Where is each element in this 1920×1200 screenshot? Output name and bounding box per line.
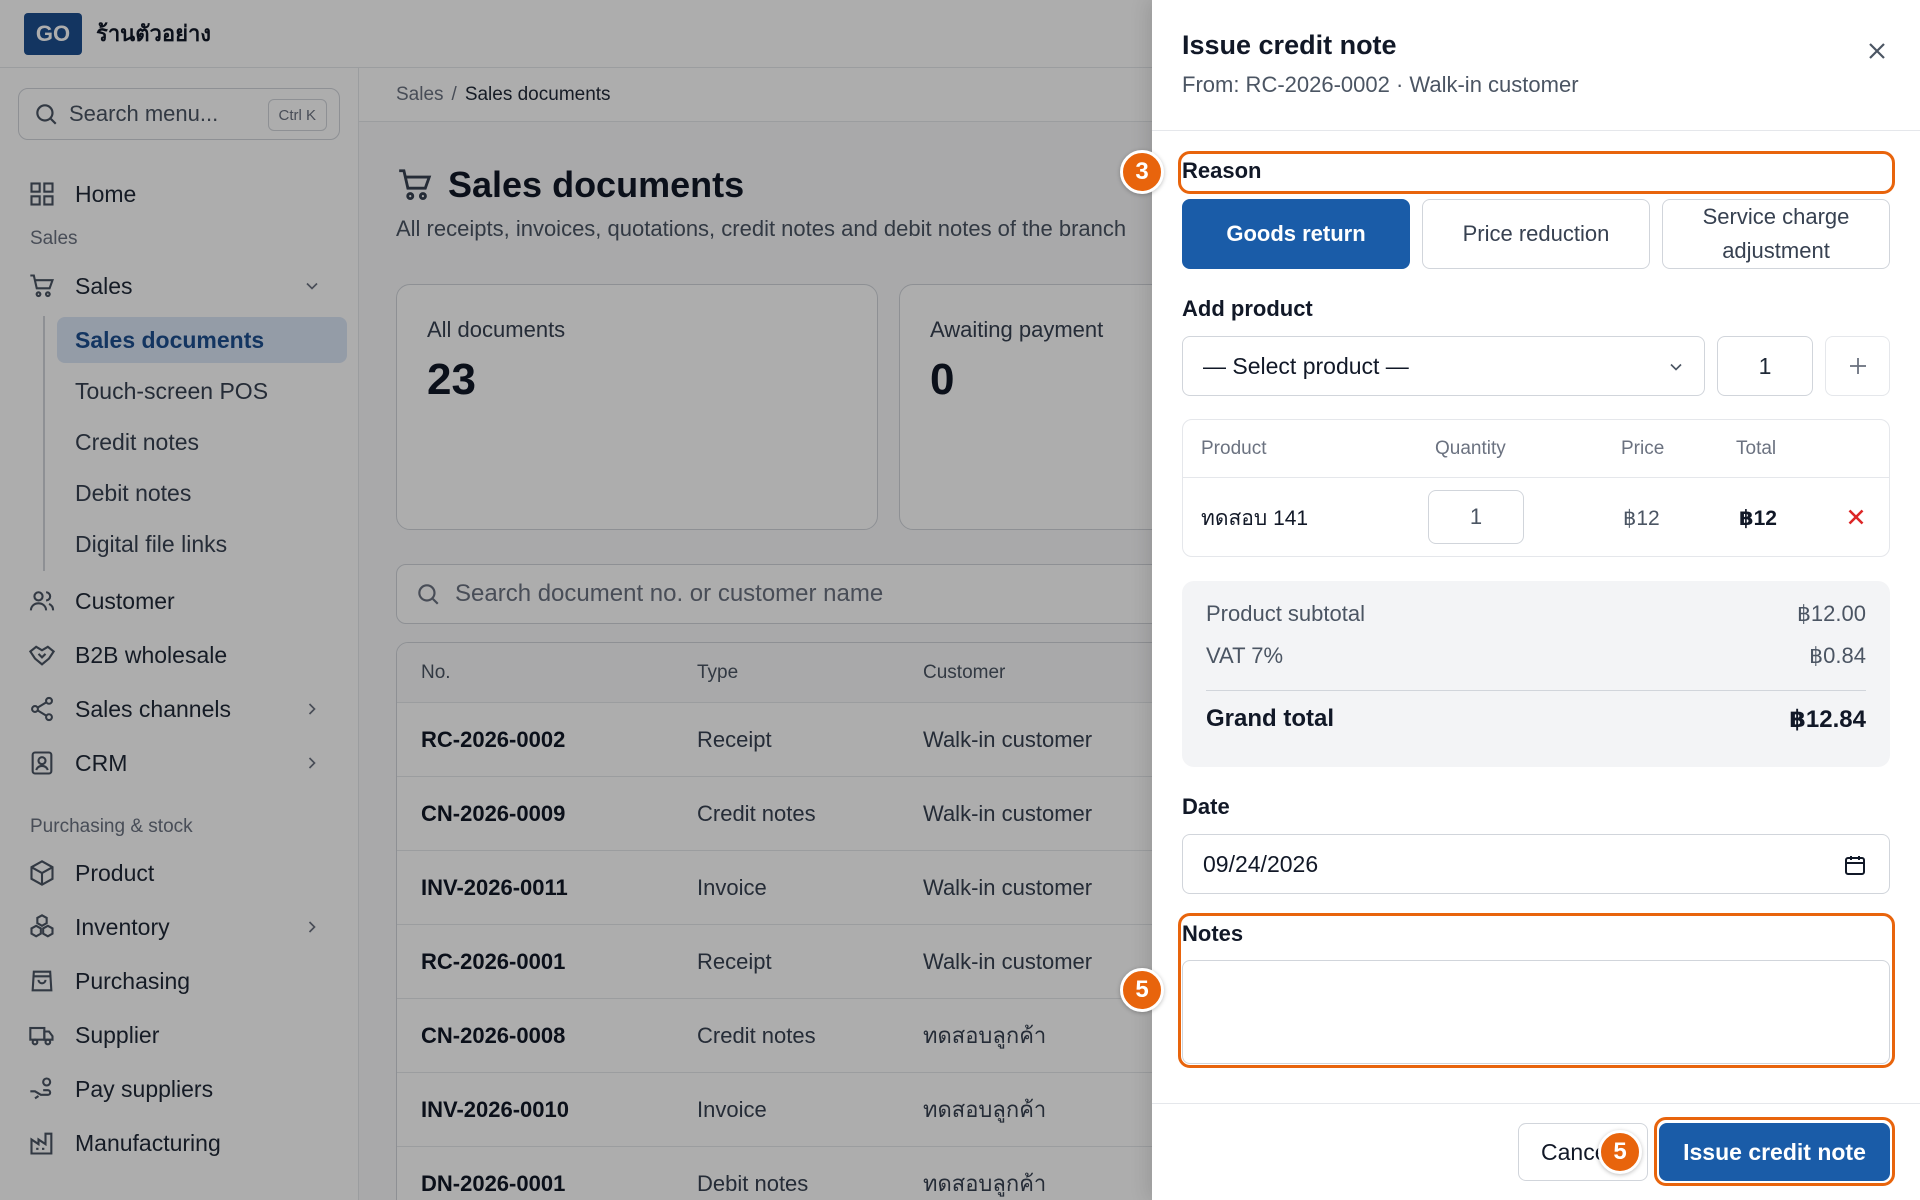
grand-total-value: ฿12.84 <box>1789 706 1866 733</box>
product-select[interactable]: — Select product — <box>1182 336 1705 396</box>
totals-panel: Product subtotal ฿12.00 VAT 7% ฿0.84 Gra… <box>1182 581 1890 767</box>
plus-icon <box>1849 358 1866 374</box>
reason-price-reduction-button[interactable]: Price reduction <box>1422 199 1650 269</box>
drawer-subtitle: From: RC-2026-0002 · Walk-in customer <box>1182 72 1579 97</box>
column-header-price: Price <box>1621 437 1665 459</box>
product-row: ทดสอบ 141 1 ฿12 ฿12 <box>1183 478 1889 556</box>
remove-row-icon[interactable] <box>1843 504 1869 530</box>
product-table-header: Product Quantity Price Total <box>1183 420 1889 478</box>
chevron-down-icon <box>1670 363 1682 371</box>
product-name: ทดสอบ 141 <box>1201 506 1309 530</box>
vat-value: ฿0.84 <box>1809 643 1866 668</box>
step-badge-notes: 5 <box>1120 968 1164 1012</box>
modal-backdrop[interactable] <box>0 0 1152 1200</box>
column-header-product: Product <box>1201 437 1267 459</box>
reason-highlight <box>1178 151 1895 194</box>
add-product-label: Add product <box>1182 296 1313 321</box>
close-icon <box>1869 43 1885 59</box>
subtotal-label: Product subtotal <box>1206 601 1365 626</box>
product-quantity-input[interactable]: 1 <box>1428 490 1524 544</box>
product-price: ฿12 <box>1623 506 1660 530</box>
date-input[interactable]: 09/24/2026 <box>1182 834 1890 894</box>
product-select-value: — Select product — <box>1203 352 1409 379</box>
date-label: Date <box>1182 794 1230 819</box>
subtotal-row: Product subtotal ฿12.00 <box>1206 601 1866 627</box>
step-badge-reason: 3 <box>1120 150 1164 194</box>
add-product-button[interactable] <box>1825 336 1890 396</box>
submit-highlight <box>1654 1117 1895 1186</box>
calendar-icon[interactable] <box>1843 853 1867 877</box>
date-value: 09/24/2026 <box>1203 850 1319 877</box>
grand-total-label: Grand total <box>1206 705 1335 732</box>
product-table: Product Quantity Price Total ทดสอบ 141 1… <box>1182 419 1890 557</box>
drawer-header: Issue credit note From: RC-2026-0002 · W… <box>1152 0 1920 131</box>
subtotal-value: ฿12.00 <box>1796 601 1866 626</box>
notes-highlight <box>1178 913 1895 1068</box>
reason-goods-return-button[interactable]: Goods return <box>1182 199 1410 269</box>
totals-divider <box>1206 690 1866 691</box>
step-badge-submit: 5 <box>1598 1130 1642 1174</box>
drawer-title: Issue credit note <box>1182 30 1397 60</box>
credit-note-drawer: Issue credit note From: RC-2026-0002 · W… <box>1152 0 1920 1200</box>
column-header-quantity: Quantity <box>1435 437 1506 459</box>
add-quantity-input[interactable]: 1 <box>1717 336 1813 396</box>
vat-row: VAT 7% ฿0.84 <box>1206 643 1866 669</box>
close-button[interactable] <box>1860 34 1894 68</box>
grand-total-row: Grand total ฿12.84 <box>1206 705 1866 734</box>
reason-service-charge-button[interactable]: Service charge adjustment <box>1662 199 1890 269</box>
vat-label: VAT 7% <box>1206 643 1284 668</box>
product-total: ฿12 <box>1739 506 1777 530</box>
column-header-total: Total <box>1736 437 1777 459</box>
